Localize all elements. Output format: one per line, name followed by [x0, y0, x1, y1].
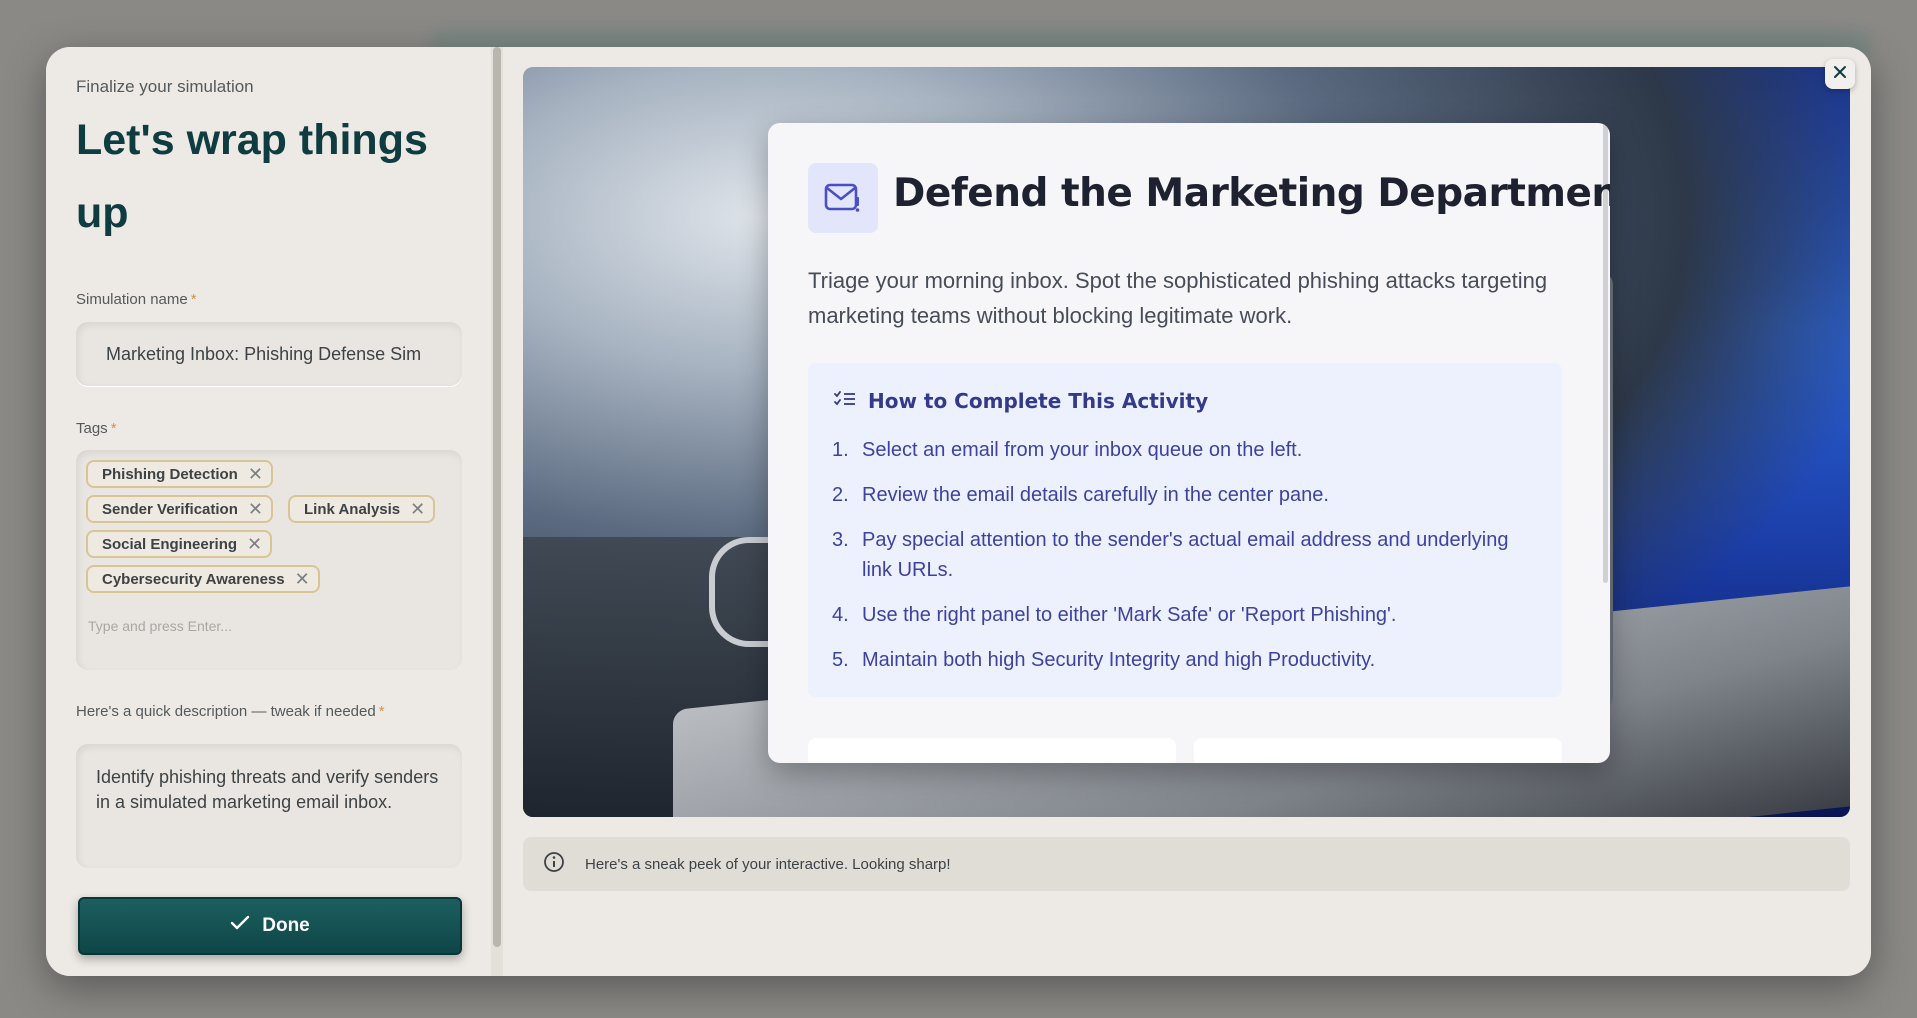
eyebrow-text: Finalize your simulation	[76, 77, 254, 96]
finalize-simulation-modal: Finalize your simulation Let's wrap thin…	[46, 47, 1871, 976]
step-text: Maintain both high Security Integrity an…	[862, 649, 1376, 671]
tags-input[interactable]: Phishing Detection ✕ Sender Verification…	[76, 450, 462, 670]
left-scrollbar[interactable]	[491, 47, 503, 976]
simulation-name-input[interactable]	[76, 322, 462, 386]
step-number: 4.	[832, 604, 849, 626]
remove-tag-icon[interactable]: ✕	[410, 500, 425, 518]
tag-label: Sender Verification	[102, 500, 238, 518]
step-number: 1.	[832, 439, 849, 461]
list-item: 4. Use the right panel to either 'Mark Sa…	[832, 600, 1532, 630]
card-panel-stub	[808, 738, 1176, 763]
activity-title: Defend the Marketing Department	[893, 171, 1610, 216]
tag-label: Social Engineering	[102, 535, 238, 553]
tag-chip: Link Analysis ✕	[288, 495, 436, 523]
background-mug	[709, 537, 769, 647]
finalize-form-panel: Finalize your simulation Let's wrap thin…	[46, 47, 492, 976]
description-textarea[interactable]: Identify phishing threats and verify sen…	[76, 744, 462, 868]
required-mark: *	[110, 420, 117, 437]
remove-tag-icon[interactable]: ✕	[247, 535, 262, 553]
step-text: Pay special attention to the sender's ac…	[862, 529, 1509, 581]
check-icon	[230, 915, 250, 937]
scrollbar-thumb[interactable]	[493, 47, 501, 947]
tag-chip: Cybersecurity Awareness ✕	[86, 565, 320, 593]
activity-intro-card: Defend the Marketing Department Triage y…	[768, 123, 1610, 763]
remove-tag-icon[interactable]: ✕	[248, 465, 263, 483]
step-text: Select an email from your inbox queue on…	[862, 439, 1303, 461]
done-button[interactable]: Done	[78, 897, 462, 955]
tag-label: Link Analysis	[304, 500, 401, 518]
remove-tag-icon[interactable]: ✕	[295, 570, 310, 588]
tag-chip: Social Engineering ✕	[86, 530, 273, 558]
step-number: 5.	[832, 649, 849, 671]
list-item: 5. Maintain both high Security Integrity …	[832, 645, 1532, 675]
list-item: 3. Pay special attention to the sender's …	[832, 525, 1532, 585]
simulation-name-label: Simulation name *	[76, 291, 197, 308]
instructions-title: How to Complete This Activity	[868, 389, 1209, 413]
tags-label: Tags *	[76, 420, 117, 437]
done-label: Done	[262, 915, 310, 936]
info-icon	[543, 851, 565, 877]
page-title: Let's wrap things up	[76, 116, 428, 237]
list-item: 2. Review the email details carefully in …	[832, 480, 1532, 510]
step-text: Use the right panel to either 'Mark Safe…	[862, 604, 1397, 626]
tag-chip: Sender Verification ✕	[86, 495, 273, 523]
info-banner: Here's a sneak peek of your interactive.…	[523, 837, 1850, 891]
tag-chip: Phishing Detection ✕	[86, 460, 273, 488]
remove-tag-icon[interactable]: ✕	[248, 500, 263, 518]
step-number: 3.	[832, 529, 849, 551]
required-mark: *	[378, 703, 385, 720]
close-button[interactable]	[1825, 59, 1855, 89]
activity-description: Triage your morning inbox. Spot the soph…	[808, 268, 1548, 328]
info-text: Here's a sneak peek of your interactive.…	[585, 855, 951, 873]
instructions-box: How to Complete This Activity 1. Select a…	[808, 363, 1562, 697]
tags-label-text: Tags	[76, 420, 108, 437]
instructions-header: How to Complete This Activity	[834, 389, 1208, 413]
step-text: Review the email details carefully in th…	[862, 484, 1329, 506]
interactive-preview: Defend the Marketing Department Triage y…	[523, 67, 1850, 817]
list-item: 1. Select an email from your inbox queue …	[832, 435, 1532, 465]
mail-alert-icon	[808, 163, 878, 233]
tags-placeholder[interactable]: Type and press Enter...	[88, 618, 232, 634]
list-check-icon	[834, 389, 856, 413]
simulation-name-label-text: Simulation name	[76, 291, 188, 308]
card-panel-stub	[1194, 738, 1562, 763]
tag-label: Phishing Detection	[102, 465, 238, 483]
description-label-text: Here's a quick description — tweak if ne…	[76, 703, 376, 720]
tag-label: Cybersecurity Awareness	[102, 570, 285, 588]
close-icon	[1833, 65, 1847, 84]
description-label: Here's a quick description — tweak if ne…	[76, 703, 385, 720]
step-number: 2.	[832, 484, 849, 506]
required-mark: *	[190, 291, 197, 308]
instructions-list: 1. Select an email from your inbox queue …	[832, 435, 1532, 690]
